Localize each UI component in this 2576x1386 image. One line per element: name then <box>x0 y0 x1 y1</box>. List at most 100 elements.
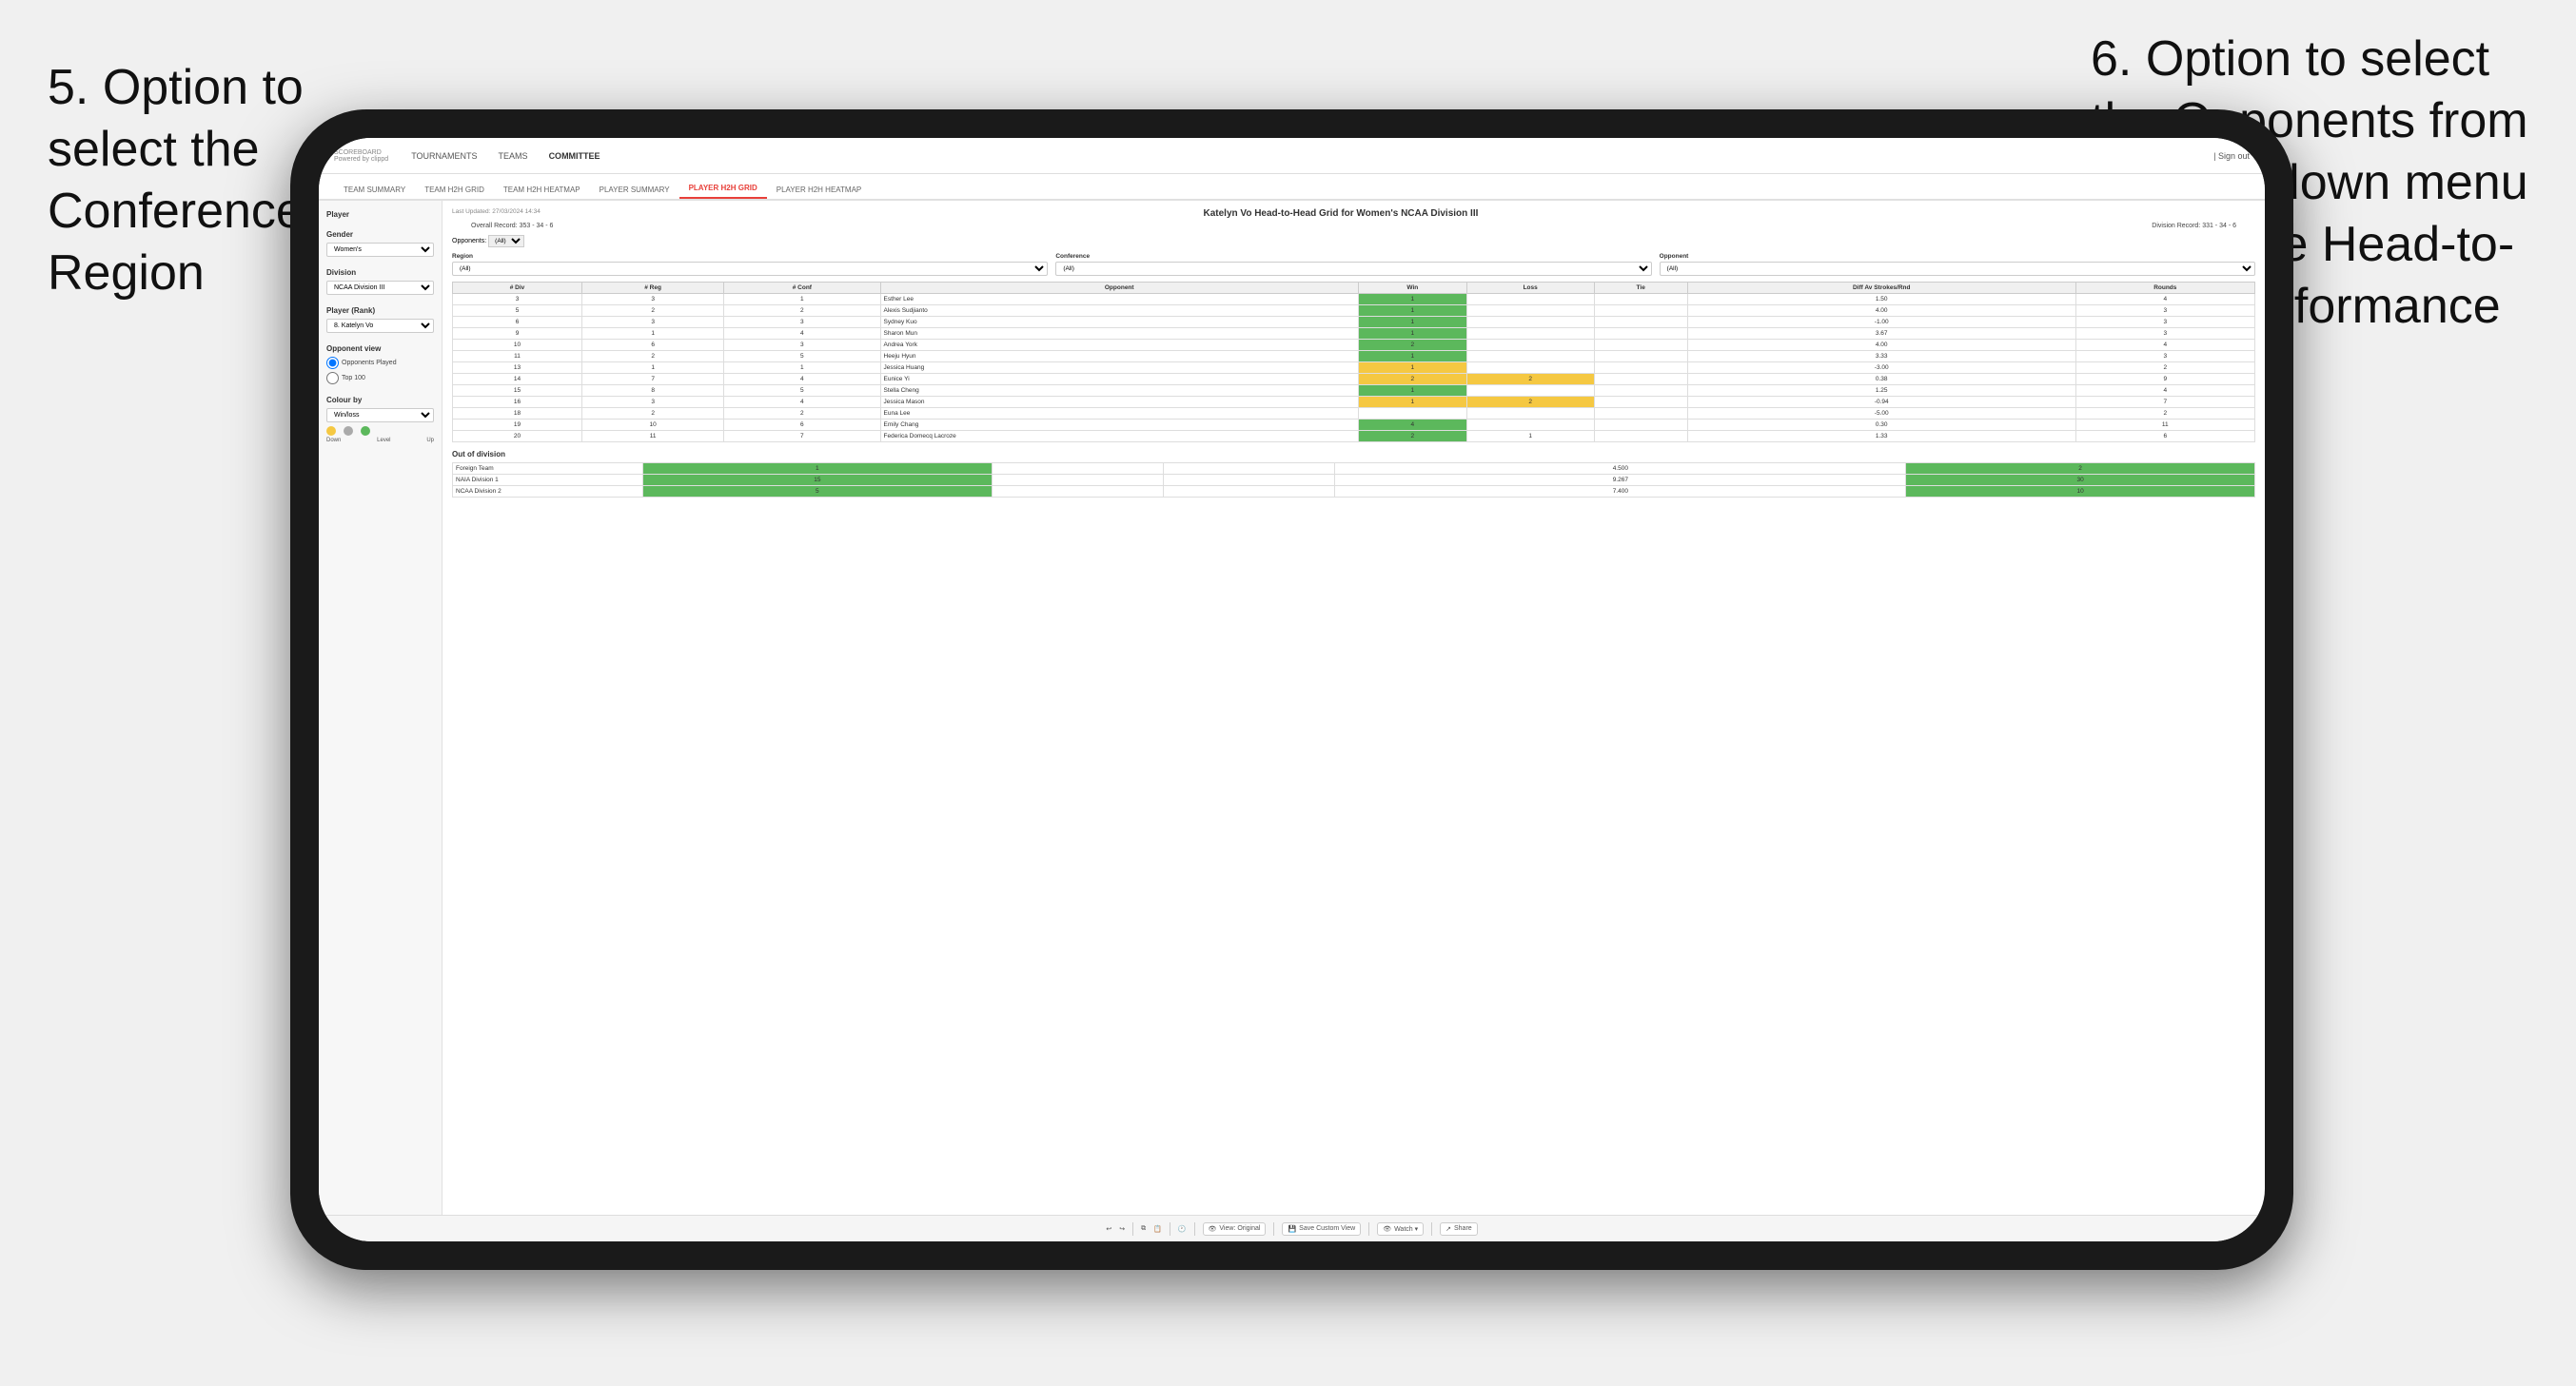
cell-win: 2 <box>1358 340 1466 351</box>
cell-win: 2 <box>1358 431 1466 442</box>
cell-loss <box>1466 340 1594 351</box>
th-reg: # Reg <box>582 283 724 294</box>
opponent-view-label: Opponent view <box>326 344 434 353</box>
update-text: Last Updated: 27/03/2024 14:34 <box>452 208 541 215</box>
ood-cell-win: 1 <box>643 463 993 475</box>
tab-player-h2h-heatmap[interactable]: PLAYER H2H HEATMAP <box>767 181 872 199</box>
colour-by-section: Colour by Win/loss Down Level Up <box>326 396 434 443</box>
table-row: 3 3 1 Esther Lee 1 1.50 4 <box>453 294 2255 305</box>
cell-tie <box>1594 317 1687 328</box>
cell-conf: 5 <box>724 351 880 362</box>
cell-opponent: Sydney Kuo <box>880 317 1358 328</box>
cell-rounds: 9 <box>2075 374 2254 385</box>
eye-icon: 👁 <box>1209 1225 1217 1233</box>
clock-icon[interactable]: 🕐 <box>1178 1225 1187 1233</box>
cell-diff: 0.30 <box>1687 420 2075 431</box>
cell-conf: 6 <box>724 420 880 431</box>
cell-tie <box>1594 340 1687 351</box>
undo-icon[interactable]: ↩ <box>1106 1225 1111 1233</box>
dot-level <box>344 426 353 436</box>
tab-team-h2h-grid[interactable]: TEAM H2H GRID <box>415 181 494 199</box>
cell-diff: 1.25 <box>1687 385 2075 397</box>
redo-icon[interactable]: ↪ <box>1119 1225 1125 1233</box>
cell-opponent: Euna Lee <box>880 408 1358 420</box>
dot-up <box>361 426 370 436</box>
ood-cell-rounds: 10 <box>1906 486 2255 498</box>
cell-div: 15 <box>453 385 582 397</box>
gender-label: Gender <box>326 230 434 239</box>
th-rounds: Rounds <box>2075 283 2254 294</box>
opponents-select[interactable]: (All) <box>488 235 524 247</box>
out-of-division-title: Out of division <box>452 450 2255 459</box>
cell-tie <box>1594 420 1687 431</box>
save-icon: 💾 <box>1288 1225 1296 1233</box>
cell-rounds: 3 <box>2075 328 2254 340</box>
nav-committee[interactable]: COMMITTEE <box>545 149 604 163</box>
cell-opponent: Stella Cheng <box>880 385 1358 397</box>
tablet: SCOREBOARD Powered by clippd TOURNAMENTS… <box>290 109 2293 1270</box>
division-select[interactable]: NCAA Division III <box>326 281 434 295</box>
share-btn[interactable]: ↗ Share <box>1440 1222 1478 1236</box>
main-content: Player Gender Women's Division NCAA Divi… <box>319 201 2265 1215</box>
tab-player-h2h-grid[interactable]: PLAYER H2H GRID <box>679 179 767 199</box>
cell-diff: -1.00 <box>1687 317 2075 328</box>
logo-sub: Powered by clippd <box>334 156 388 163</box>
cell-tie <box>1594 408 1687 420</box>
paste-icon[interactable]: 📋 <box>1153 1225 1162 1233</box>
cell-div: 11 <box>453 351 582 362</box>
cell-tie <box>1594 385 1687 397</box>
sign-out[interactable]: | Sign out <box>2213 151 2250 161</box>
cell-reg: 2 <box>582 408 724 420</box>
cell-diff: 4.00 <box>1687 340 2075 351</box>
overall-record: Overall Record: 353 - 34 - 6 <box>471 223 553 229</box>
tab-team-summary[interactable]: TEAM SUMMARY <box>334 181 415 199</box>
nav-tournaments[interactable]: TOURNAMENTS <box>407 149 481 163</box>
tab-team-h2h-heatmap[interactable]: TEAM H2H HEATMAP <box>494 181 590 199</box>
ood-cell-rounds: 30 <box>1906 475 2255 486</box>
region-select[interactable]: (All) <box>452 262 1048 276</box>
cell-reg: 6 <box>582 340 724 351</box>
main-table: # Div # Reg # Conf Opponent Win Loss Tie… <box>452 282 2255 442</box>
table-row: 16 3 4 Jessica Mason 1 2 -0.94 7 <box>453 397 2255 408</box>
logo-text: SCOREBOARD <box>334 149 388 156</box>
th-div: # Div <box>453 283 582 294</box>
view-original-btn[interactable]: 👁 View: Original <box>1203 1222 1267 1236</box>
cell-diff: 1.50 <box>1687 294 2075 305</box>
conference-select[interactable]: (All) <box>1055 262 1651 276</box>
radio-top-100[interactable]: Top 100 <box>326 372 434 384</box>
cell-reg: 3 <box>582 397 724 408</box>
gender-select[interactable]: Women's <box>326 243 434 257</box>
th-win: Win <box>1358 283 1466 294</box>
data-header: Last Updated: 27/03/2024 14:34 Katelyn V… <box>452 208 2255 219</box>
cell-conf: 1 <box>724 294 880 305</box>
watch-btn[interactable]: 👁 Watch ▾ <box>1377 1222 1424 1236</box>
sidebar: Player Gender Women's Division NCAA Divi… <box>319 201 442 1215</box>
nav-teams[interactable]: TEAMS <box>495 149 532 163</box>
cell-rounds: 4 <box>2075 385 2254 397</box>
tablet-screen: SCOREBOARD Powered by clippd TOURNAMENTS… <box>319 138 2265 1241</box>
opponent-radio-group: Opponents Played Top 100 <box>326 357 434 384</box>
screen-content: SCOREBOARD Powered by clippd TOURNAMENTS… <box>319 138 2265 1241</box>
logo: SCOREBOARD Powered by clippd <box>334 149 388 163</box>
filters-row: Region (All) Conference (All) <box>452 253 2255 276</box>
table-row: 6 3 3 Sydney Kuo 1 -1.00 3 <box>453 317 2255 328</box>
ood-table-row: NCAA Division 2 5 7.400 10 <box>453 486 2255 498</box>
label-up: Up <box>426 438 434 443</box>
opponent-view-section: Opponent view Opponents Played Top 100 <box>326 344 434 384</box>
cell-reg: 7 <box>582 374 724 385</box>
cell-reg: 10 <box>582 420 724 431</box>
save-custom-btn[interactable]: 💾 Save Custom View <box>1282 1222 1361 1236</box>
cell-conf: 7 <box>724 431 880 442</box>
cell-diff: -0.94 <box>1687 397 2075 408</box>
cell-conf: 5 <box>724 385 880 397</box>
cell-div: 9 <box>453 328 582 340</box>
copy-icon[interactable]: ⧉ <box>1141 1225 1146 1233</box>
cell-reg: 1 <box>582 362 724 374</box>
player-rank-select[interactable]: 8. Katelyn Vo <box>326 319 434 333</box>
tab-player-summary[interactable]: PLAYER SUMMARY <box>590 181 679 199</box>
cell-loss <box>1466 408 1594 420</box>
radio-opponents-played[interactable]: Opponents Played <box>326 357 434 369</box>
colour-by-select[interactable]: Win/loss <box>326 408 434 422</box>
ood-cell-tie <box>1164 475 1335 486</box>
opponent-select[interactable]: (All) <box>1660 262 2255 276</box>
